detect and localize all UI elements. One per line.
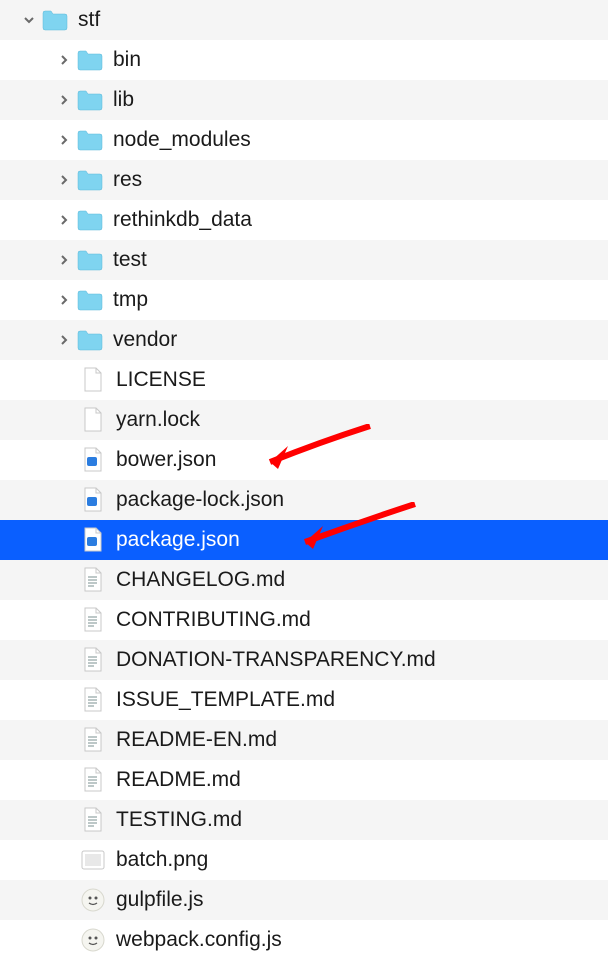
chevron-right-icon: [55, 251, 73, 269]
tree-item-label: README-EN.md: [116, 728, 277, 752]
tree-row-file[interactable]: README-EN.md: [0, 720, 608, 760]
tree-item-label: bin: [113, 48, 141, 72]
tree-item-label: lib: [113, 88, 134, 112]
tree-item-label: batch.png: [116, 848, 208, 872]
chevron-right-icon: [55, 331, 73, 349]
tree-item-label: package.json: [116, 528, 240, 552]
tree-row-folder[interactable]: lib: [0, 80, 608, 120]
file-js-icon: [80, 927, 106, 953]
file-md-icon: [80, 687, 106, 713]
file-md-icon: [80, 607, 106, 633]
chevron-down-icon: [20, 11, 38, 29]
tree-row-file[interactable]: LICENSE: [0, 360, 608, 400]
folder-icon: [77, 247, 103, 273]
tree-item-label: test: [113, 248, 147, 272]
folder-icon: [77, 127, 103, 153]
tree-row-file-selected[interactable]: package.json: [0, 520, 608, 560]
tree-row-root[interactable]: stf: [0, 0, 608, 40]
chevron-right-icon: [55, 131, 73, 149]
tree-item-label: CONTRIBUTING.md: [116, 608, 311, 632]
tree-item-label: TESTING.md: [116, 808, 242, 832]
tree-item-label: yarn.lock: [116, 408, 200, 432]
file-js-icon: [80, 887, 106, 913]
tree-item-label: bower.json: [116, 448, 216, 472]
tree-item-label: CHANGELOG.md: [116, 568, 285, 592]
file-md-icon: [80, 767, 106, 793]
tree-item-label: README.md: [116, 768, 241, 792]
folder-icon: [77, 287, 103, 313]
tree-row-file[interactable]: package-lock.json: [0, 480, 608, 520]
file-blank-icon: [80, 367, 106, 393]
chevron-right-icon: [55, 291, 73, 309]
tree-row-file[interactable]: gulpfile.js: [0, 880, 608, 920]
tree-row-file[interactable]: webpack.config.js: [0, 920, 608, 960]
file-md-icon: [80, 567, 106, 593]
file-md-icon: [80, 647, 106, 673]
tree-row-folder[interactable]: test: [0, 240, 608, 280]
tree-item-label: package-lock.json: [116, 488, 284, 512]
folder-icon: [77, 327, 103, 353]
file-md-icon: [80, 807, 106, 833]
tree-item-label: tmp: [113, 288, 148, 312]
file-image-icon: [80, 847, 106, 873]
tree-item-label: node_modules: [113, 128, 251, 152]
tree-item-label: ISSUE_TEMPLATE.md: [116, 688, 335, 712]
folder-icon: [77, 47, 103, 73]
tree-item-label: rethinkdb_data: [113, 208, 252, 232]
folder-icon: [77, 87, 103, 113]
file-json-icon: [80, 447, 106, 473]
tree-row-file[interactable]: bower.json: [0, 440, 608, 480]
tree-row-folder[interactable]: vendor: [0, 320, 608, 360]
tree-row-file[interactable]: CHANGELOG.md: [0, 560, 608, 600]
tree-row-file[interactable]: DONATION-TRANSPARENCY.md: [0, 640, 608, 680]
tree-item-label: stf: [78, 8, 100, 32]
tree-item-label: res: [113, 168, 142, 192]
tree-row-folder[interactable]: bin: [0, 40, 608, 80]
tree-row-folder[interactable]: rethinkdb_data: [0, 200, 608, 240]
file-blank-icon: [80, 407, 106, 433]
tree-row-folder[interactable]: node_modules: [0, 120, 608, 160]
tree-row-file[interactable]: CONTRIBUTING.md: [0, 600, 608, 640]
tree-row-folder[interactable]: tmp: [0, 280, 608, 320]
tree-item-label: DONATION-TRANSPARENCY.md: [116, 648, 436, 672]
file-json-icon: [80, 487, 106, 513]
folder-icon: [77, 167, 103, 193]
tree-row-file[interactable]: batch.png: [0, 840, 608, 880]
chevron-right-icon: [55, 51, 73, 69]
tree-row-file[interactable]: TESTING.md: [0, 800, 608, 840]
tree-item-label: LICENSE: [116, 368, 206, 392]
tree-row-folder[interactable]: res: [0, 160, 608, 200]
file-json-icon: [80, 527, 106, 553]
tree-row-file[interactable]: ISSUE_TEMPLATE.md: [0, 680, 608, 720]
tree-item-label: webpack.config.js: [116, 928, 282, 952]
file-tree: stf bin lib node_modules: [0, 0, 608, 960]
chevron-right-icon: [55, 171, 73, 189]
chevron-right-icon: [55, 91, 73, 109]
tree-item-label: vendor: [113, 328, 177, 352]
tree-item-label: gulpfile.js: [116, 888, 204, 912]
chevron-right-icon: [55, 211, 73, 229]
tree-row-file[interactable]: yarn.lock: [0, 400, 608, 440]
folder-icon: [42, 7, 68, 33]
folder-icon: [77, 207, 103, 233]
file-md-icon: [80, 727, 106, 753]
tree-row-file[interactable]: README.md: [0, 760, 608, 800]
